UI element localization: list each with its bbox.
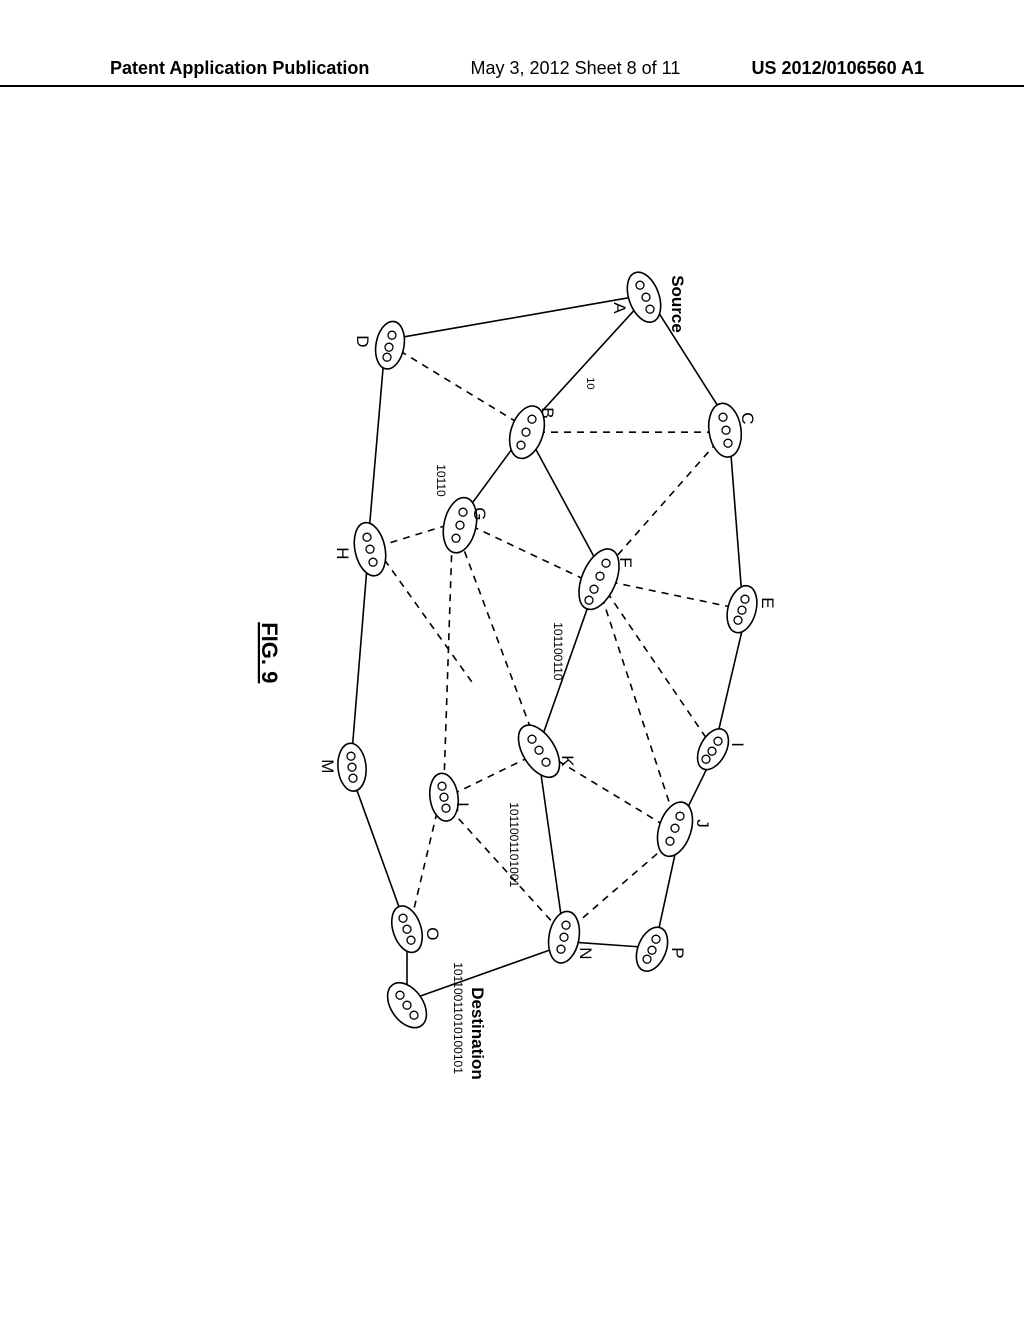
label-D: D — [353, 335, 372, 347]
node-destination — [380, 976, 435, 1035]
edge-K-L — [457, 757, 529, 792]
edge-E-F — [612, 582, 732, 607]
edge-J-K — [552, 757, 664, 825]
edge-A-C — [652, 302, 725, 417]
node-K — [510, 718, 568, 784]
bits-A: 10 — [584, 377, 596, 389]
edge-E-I — [717, 622, 744, 737]
edge-A-D — [402, 297, 632, 337]
node-D — [372, 319, 408, 371]
edge-B-D — [402, 352, 517, 422]
label-M: M — [318, 759, 337, 773]
bits-N: 10110011010100101 — [451, 962, 465, 1074]
edge-D-H — [369, 357, 384, 532]
edge-G-L — [444, 542, 452, 782]
edge-C-E — [730, 442, 742, 597]
node-G — [439, 494, 482, 555]
label-P: P — [668, 947, 687, 958]
edge-L-N — [450, 809, 557, 927]
label-E: E — [758, 597, 777, 608]
edge-F-K — [542, 595, 592, 737]
header-right: US 2012/0106560 A1 — [752, 58, 924, 79]
edge-A-B — [532, 307, 637, 422]
label-C: C — [738, 412, 757, 424]
edge-J-P — [657, 845, 677, 937]
node-O — [386, 902, 427, 956]
edge-M-O — [354, 782, 402, 915]
label-I: I — [728, 742, 747, 747]
edge-H-M — [352, 567, 367, 752]
label-G: G — [470, 507, 489, 520]
label-source: Source — [668, 275, 687, 333]
header-left: Patent Application Publication — [110, 58, 369, 79]
page-header: Patent Application Publication May 3, 20… — [0, 58, 1024, 87]
bits-B: 10110 — [434, 464, 448, 497]
node-J — [651, 798, 699, 861]
node-M — [336, 742, 368, 792]
node-E — [722, 582, 761, 636]
bits-K: 1011001101001 — [507, 802, 521, 887]
label-B: B — [538, 407, 557, 418]
figure-9: Source A B C D E F G H I J K L M N O P D… — [192, 227, 832, 1067]
edge-F-G — [474, 527, 584, 579]
edge-F-I — [607, 592, 707, 739]
bits-F: 101100110 — [551, 622, 565, 681]
label-dest: Destination — [468, 987, 487, 1080]
label-J: J — [693, 819, 712, 828]
label-F: F — [616, 557, 635, 567]
node-L — [427, 771, 461, 822]
node-C — [705, 401, 744, 459]
figure-caption: FIG. 9 — [257, 622, 282, 683]
edge-C-F — [607, 442, 717, 567]
edge-B-G — [467, 442, 517, 510]
edge-F-J — [602, 597, 674, 817]
edge-J-N — [572, 845, 667, 927]
edge-K-N — [540, 767, 562, 922]
label-N: N — [576, 947, 595, 959]
edge-H-G2 — [377, 549, 472, 682]
node-I — [691, 724, 735, 775]
label-A: A — [610, 302, 629, 314]
node-H — [350, 520, 391, 579]
label-L: L — [453, 802, 472, 811]
header-mid: May 3, 2012 Sheet 8 of 11 — [369, 58, 751, 79]
edge-G-H — [382, 525, 447, 545]
label-K: K — [558, 755, 577, 767]
figure-svg: Source A B C D E F G H I J K L M N O P D… — [192, 227, 832, 1067]
label-H: H — [333, 547, 352, 559]
label-O: O — [423, 927, 442, 940]
edge-L-O — [412, 812, 437, 917]
edge-G-K — [460, 539, 534, 737]
edge-B-F — [532, 442, 597, 562]
